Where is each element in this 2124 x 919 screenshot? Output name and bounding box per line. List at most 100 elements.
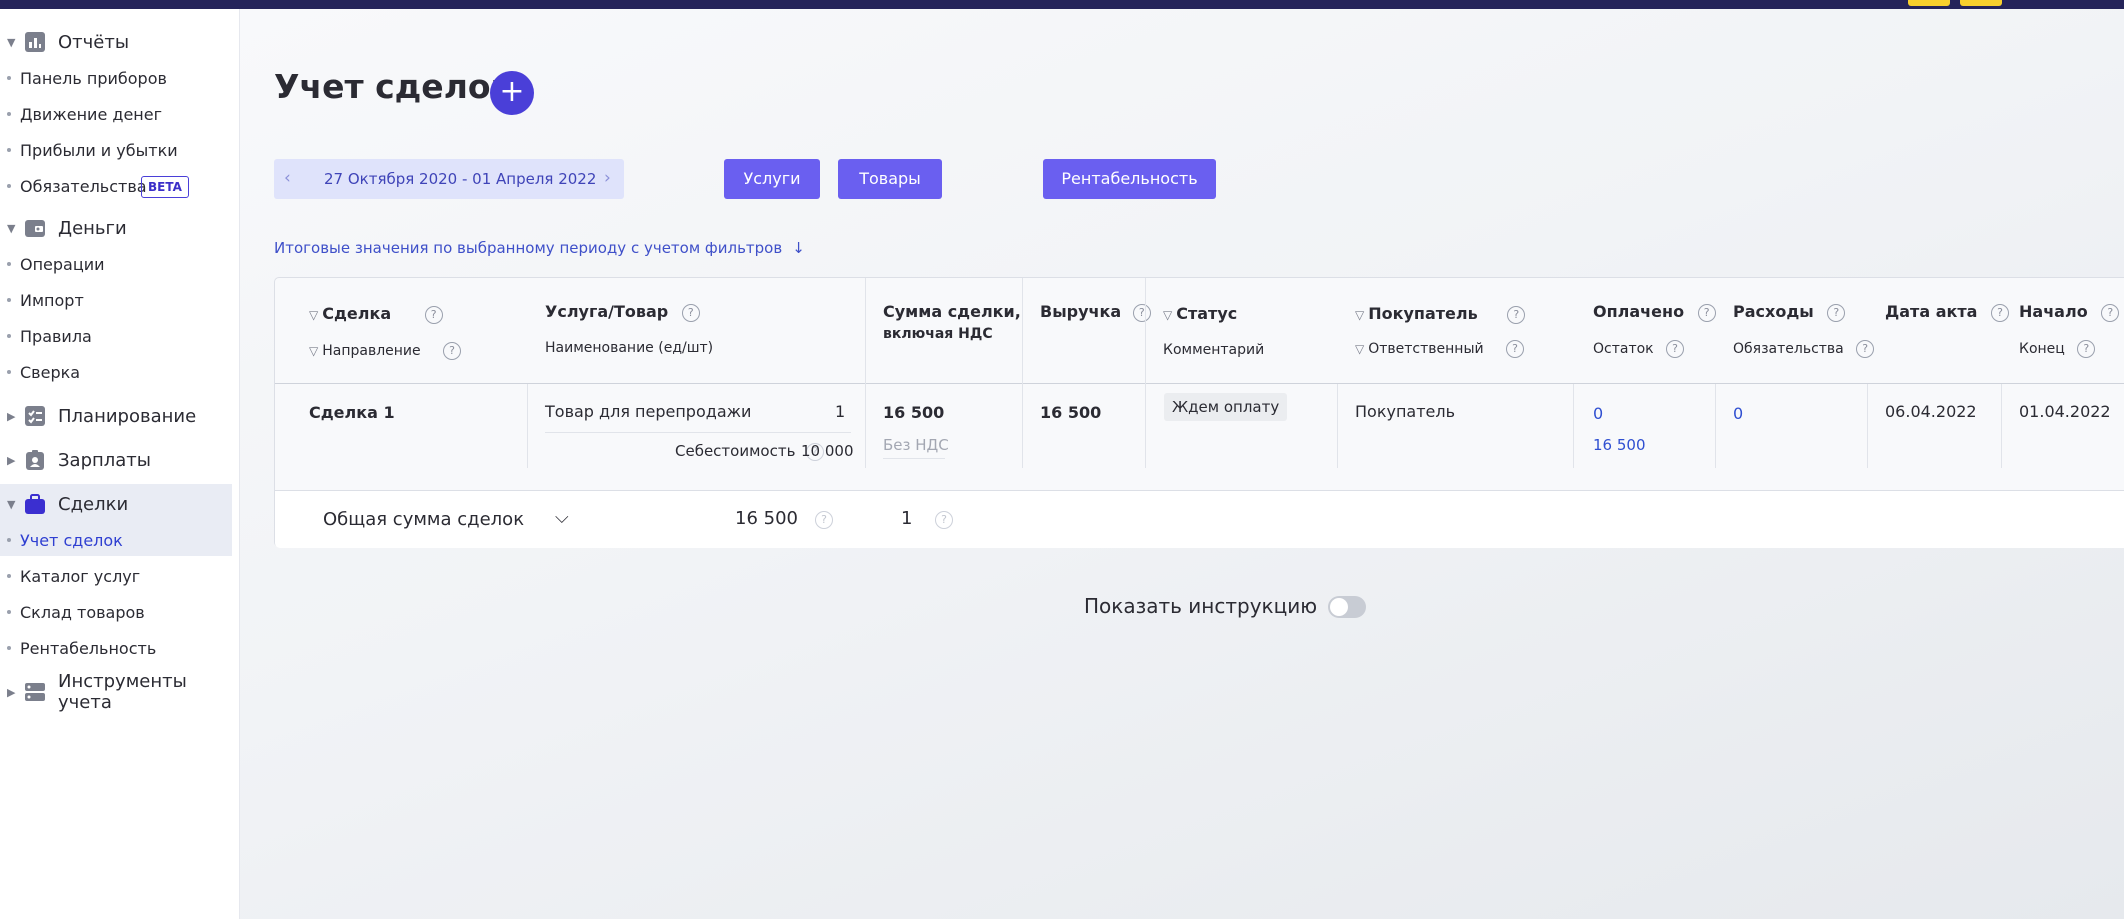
filter-icon[interactable]: ▽ (1355, 342, 1364, 356)
column-header-direction[interactable]: ▽ Направление ? (309, 342, 462, 360)
deal-name[interactable]: Сделка 1 (309, 403, 395, 422)
help-icon[interactable]: ? (815, 511, 833, 529)
sidebar-group-salaries[interactable]: ▶ Зарплаты (0, 440, 232, 480)
sidebar-item-operations[interactable]: Операции (0, 248, 232, 280)
plan-icon (24, 405, 46, 427)
column-header-deal[interactable]: ▽ Сделка ? (309, 304, 443, 324)
date-range-text[interactable]: 27 Октября 2020 - 01 Апреля 2022 (324, 170, 596, 188)
sidebar-item-dashboard[interactable]: Панель приборов (0, 62, 232, 94)
bullet-icon (7, 148, 11, 152)
sidebar-group-money[interactable]: ▼ Деньги (0, 208, 232, 248)
sidebar-item-warehouse[interactable]: Склад товаров (0, 596, 232, 628)
column-header-buyer[interactable]: ▽ Покупатель ? (1355, 304, 1526, 324)
deal-sum: 16 500 (883, 403, 945, 422)
help-icon[interactable]: ? (1132, 303, 1151, 322)
act-date-value: 06.04.2022 (1885, 402, 1977, 421)
bullet-icon (7, 262, 11, 266)
sidebar-group-label: Сделки (58, 493, 129, 515)
sidebar-group-planning[interactable]: ▶ Планирование (0, 396, 232, 436)
column-header-revenue[interactable]: Выручка ? (1040, 302, 1151, 322)
column-header-obligations[interactable]: Обязательства ? (1733, 340, 1875, 358)
sidebar-item-profitability[interactable]: Рентабельность (0, 632, 232, 664)
sidebar-item-rules[interactable]: Правила (0, 320, 232, 352)
cell-divider (545, 432, 851, 433)
help-icon[interactable]: ? (2077, 340, 2096, 358)
buyer-value[interactable]: Покупатель (1355, 402, 1455, 421)
top-bar (0, 0, 2124, 9)
help-icon[interactable]: ? (2101, 303, 2120, 322)
column-header-service[interactable]: Услуга/Товар ? (545, 302, 700, 322)
column-header-act-date[interactable]: Дата акта ? (1885, 302, 2009, 322)
sidebar-item-pnl[interactable]: Прибыли и убытки (0, 134, 232, 166)
top-bar-button[interactable] (1908, 0, 1950, 6)
column-header-label: Услуга/Товар (545, 302, 669, 321)
cell-divider (1867, 384, 1868, 468)
column-header-label: Ответственный (1368, 341, 1484, 357)
help-icon[interactable]: ? (443, 342, 462, 360)
column-header-remaining[interactable]: Остаток ? (1593, 340, 1685, 358)
sidebar-group-reports[interactable]: ▼ Отчёты (0, 22, 232, 62)
summary-link[interactable]: Итоговые значения по выбранному периоду … (274, 239, 805, 257)
sidebar-item-reconciliation[interactable]: Сверка (0, 356, 232, 388)
status-badge[interactable]: Ждем оплату (1164, 393, 1288, 421)
server-icon (24, 681, 46, 703)
column-header-paid[interactable]: Оплачено ? (1593, 302, 1716, 322)
sidebar-item-label: Учет сделок (20, 530, 123, 550)
profitability-button[interactable]: Рентабельность (1043, 159, 1216, 199)
goods-button[interactable]: Товары (838, 159, 942, 199)
column-header-status[interactable]: ▽ Статус (1163, 304, 1237, 323)
help-icon[interactable]: ? (1507, 305, 1526, 324)
filter-icon[interactable]: ▽ (309, 308, 318, 322)
help-icon[interactable]: ? (1697, 303, 1716, 322)
help-icon[interactable]: ? (1506, 340, 1525, 358)
filter-icon[interactable]: ▽ (1163, 308, 1172, 322)
chevron-right-icon[interactable]: › (604, 168, 611, 188)
sidebar-item-deal-accounting[interactable]: Учет сделок (0, 524, 232, 556)
sidebar-item-label: Обязательства (20, 176, 147, 196)
help-icon[interactable]: ? (1856, 340, 1875, 358)
help-icon[interactable]: ? (935, 511, 953, 529)
sidebar-group-label: Деньги (58, 217, 127, 239)
sidebar-group-tools[interactable]: ▶ Инструменты учета (0, 671, 232, 713)
show-instruction-toggle[interactable] (1328, 596, 1366, 618)
help-icon[interactable]: ? (1827, 303, 1846, 322)
column-header-label: Покупатель (1368, 304, 1478, 323)
column-header-responsible[interactable]: ▽ Ответственный ? (1355, 340, 1525, 358)
cell-divider (2001, 384, 2002, 468)
bullet-icon (7, 334, 11, 338)
sidebar-item-import[interactable]: Импорт (0, 284, 232, 316)
paid-value[interactable]: 0 (1593, 404, 1603, 423)
chevron-down-icon[interactable]: ⌵ (555, 507, 569, 528)
expenses-value[interactable]: 0 (1733, 404, 1743, 423)
cell-divider (1145, 278, 1146, 468)
column-header-end[interactable]: Конец ? (2019, 340, 2096, 358)
help-icon[interactable]: ? (424, 305, 443, 324)
help-icon[interactable]: ? (681, 303, 700, 322)
top-bar-button[interactable] (1960, 0, 2002, 6)
help-icon[interactable]: ? (1666, 340, 1685, 358)
chevron-left-icon[interactable]: ‹ (284, 168, 291, 188)
sidebar-item-label: Операции (20, 254, 105, 274)
cell-divider (1715, 384, 1716, 468)
sidebar-item-label: Прибыли и убытки (20, 140, 178, 160)
column-header-start[interactable]: Начало ? (2019, 302, 2120, 322)
column-header-name-unit: Наименование (ед/шт) (545, 340, 714, 356)
sidebar-item-label: Сверка (20, 362, 81, 382)
sidebar-item-service-catalog[interactable]: Каталог услуг (0, 560, 232, 592)
sidebar-item-obligations[interactable]: Обязательства BETA (0, 170, 232, 202)
filter-icon[interactable]: ▽ (309, 344, 318, 358)
remaining-value[interactable]: 16 500 (1593, 436, 1646, 454)
summary-link-text: Итоговые значения по выбранному периоду … (274, 239, 783, 257)
column-header-expenses[interactable]: Расходы ? (1733, 302, 1846, 322)
totals-label[interactable]: Общая сумма сделок (323, 509, 524, 530)
sidebar-group-deals[interactable]: ▼ Сделки (0, 484, 232, 524)
caret-down-icon: ▼ (7, 497, 16, 511)
help-icon[interactable]: ? (1991, 303, 2009, 322)
filter-icon[interactable]: ▽ (1355, 308, 1364, 322)
sidebar-item-cashflow[interactable]: Движение денег (0, 98, 232, 130)
date-range-picker[interactable]: ‹ 27 Октября 2020 - 01 Апреля 2022 › (274, 159, 624, 199)
bullet-icon (7, 646, 11, 650)
add-deal-button[interactable]: + (490, 71, 534, 115)
bullet-icon (7, 184, 11, 188)
services-button[interactable]: Услуги (724, 159, 820, 199)
